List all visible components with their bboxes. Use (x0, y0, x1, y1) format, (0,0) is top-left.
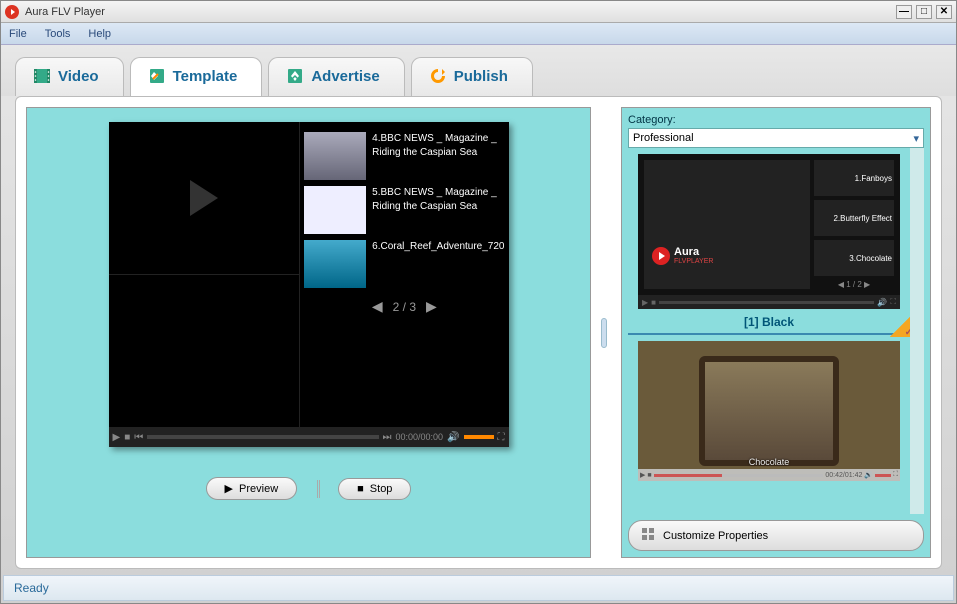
tab-advertise[interactable]: Advertise (268, 57, 404, 96)
selected-check-icon (890, 313, 910, 337)
window-title: Aura FLV Player (25, 6, 896, 18)
template-pager: 1 / 2 (846, 280, 862, 289)
tab-label: Advertise (311, 68, 379, 85)
category-label: Category: (628, 114, 924, 126)
mini-play-icon: ▶ (640, 471, 645, 479)
playlist-thumb (304, 132, 366, 180)
aura-logo-sub: FLVPLAYER (674, 258, 713, 265)
settings-icon (641, 527, 655, 544)
pager-prev-icon[interactable]: ◀ (372, 298, 383, 315)
templates-list: Aura FLVPLAYER 1.Fanboys 2.Butterfly Eff… (628, 152, 910, 514)
preview-panel: 4.BBC NEWS _ Magazine _ Riding the Caspi… (26, 107, 591, 558)
customize-properties-button[interactable]: Customize Properties (628, 520, 924, 551)
mini-seek (659, 301, 874, 304)
content-area: 4.BBC NEWS _ Magazine _ Riding the Caspi… (15, 96, 942, 569)
play-icon[interactable]: ▶ (113, 432, 121, 443)
stop-icon: ■ (357, 483, 364, 495)
template-icon (147, 66, 167, 86)
volume-icon[interactable]: 🔊 (447, 432, 459, 443)
playlist-thumb (304, 186, 366, 234)
category-value: Professional (633, 132, 694, 144)
template-overlay-label: Chocolate (638, 457, 900, 467)
template-thumbnail: Chocolate ▶ ■ 00:42/01:42 🔊 ⛶ (638, 341, 900, 481)
menu-tools[interactable]: Tools (45, 28, 71, 40)
mini-vol-bar (875, 474, 891, 477)
mini-seek (654, 474, 824, 477)
maximize-button[interactable]: □ (916, 5, 932, 19)
tab-label: Video (58, 68, 99, 85)
button-label: Preview (239, 483, 278, 495)
playlist-item-title: 5.BBC NEWS _ Magazine _ Riding the Caspi… (372, 186, 504, 234)
film-icon (32, 66, 52, 86)
statusbar: Ready (3, 575, 954, 601)
publish-icon (428, 66, 448, 86)
tab-template[interactable]: Template (130, 57, 263, 96)
video-area (109, 122, 301, 427)
template-list-item: 3.Chocolate (814, 240, 894, 276)
mini-vol-icon: 🔊 (877, 298, 887, 307)
close-button[interactable]: ✕ (936, 5, 952, 19)
template-card-chocolate[interactable]: Chocolate ▶ ■ 00:42/01:42 🔊 ⛶ (628, 339, 910, 483)
mini-fs-icon: ⛶ (890, 297, 896, 307)
mini-play-icon: ▶ (642, 298, 648, 307)
playlist-item[interactable]: 6.Coral_Reef_Adventure_720 (304, 240, 504, 288)
template-list-item: 1.Fanboys (814, 160, 894, 196)
tab-publish[interactable]: Publish (411, 57, 533, 96)
templates-panel: Category: Professional Aura (621, 107, 931, 558)
playlist-item-title: 4.BBC NEWS _ Magazine _ Riding the Caspi… (372, 132, 504, 180)
playlist-item[interactable]: 4.BBC NEWS _ Magazine _ Riding the Caspi… (304, 132, 504, 180)
category-select[interactable]: Professional (628, 128, 924, 148)
playlist-item-title: 6.Coral_Reef_Adventure_720 (372, 240, 504, 288)
mini-vol-icon: 🔊 (864, 471, 873, 479)
menubar: File Tools Help (1, 23, 956, 45)
playlist-pager: ◀ 2 / 3 ▶ (304, 294, 504, 319)
playlist-thumb (304, 240, 366, 288)
menu-help[interactable]: Help (88, 28, 111, 40)
titlebar: Aura FLV Player — □ ✕ (1, 1, 956, 23)
mini-stop-icon: ■ (647, 472, 651, 479)
mini-stop-icon: ■ (651, 298, 656, 307)
minimize-button[interactable]: — (896, 5, 912, 19)
status-text: Ready (14, 581, 49, 595)
advertise-icon (285, 66, 305, 86)
button-label: Customize Properties (663, 530, 768, 542)
template-preview-player: 4.BBC NEWS _ Magazine _ Riding the Caspi… (109, 122, 509, 447)
player-controls: ▶ ■ ⏮ ⏭ 00:00/00:00 🔊 ⛶ (109, 427, 509, 447)
volume-bar[interactable] (464, 435, 494, 439)
tab-label: Publish (454, 68, 508, 85)
fullscreen-icon[interactable]: ⛶ (498, 432, 505, 443)
scrollbar[interactable] (910, 148, 924, 514)
tab-video[interactable]: Video (15, 57, 124, 96)
template-list-item: 2.Butterfly Effect (814, 200, 894, 236)
menu-file[interactable]: File (9, 28, 27, 40)
stop-icon[interactable]: ■ (124, 432, 130, 443)
seek-bar[interactable] (147, 435, 378, 439)
time-display: 00:00/00:00 (396, 432, 444, 442)
mini-time: 00:42/01:42 (825, 472, 862, 479)
pager-text: 2 / 3 (393, 300, 416, 314)
mini-fs-icon: ⛶ (893, 471, 898, 479)
aura-logo-icon (652, 247, 670, 265)
template-card-black[interactable]: Aura FLVPLAYER 1.Fanboys 2.Butterfly Eff… (628, 152, 910, 333)
preview-button[interactable]: ▶ Preview (206, 477, 298, 500)
playlist-item[interactable]: 5.BBC NEWS _ Magazine _ Riding the Caspi… (304, 186, 504, 234)
divider (317, 480, 318, 498)
playlist: 4.BBC NEWS _ Magazine _ Riding the Caspi… (300, 122, 508, 427)
splitter-handle[interactable] (601, 107, 611, 558)
template-thumbnail: Aura FLVPLAYER 1.Fanboys 2.Butterfly Eff… (638, 154, 900, 309)
play-icon: ▶ (225, 482, 233, 495)
prev-icon[interactable]: ⏮ (134, 432, 143, 443)
pager-next-icon[interactable]: ▶ (426, 298, 437, 315)
template-name: [1] Black (628, 311, 910, 333)
stop-button[interactable]: ■ Stop (338, 478, 411, 500)
tab-label: Template (173, 68, 238, 85)
aura-logo-text: Aura (674, 246, 713, 258)
next-icon[interactable]: ⏭ (383, 432, 392, 443)
play-overlay-icon[interactable] (190, 180, 218, 216)
app-icon (5, 5, 19, 19)
button-label: Stop (370, 483, 393, 495)
tabs: Video Template Advertise Publish (1, 45, 956, 96)
